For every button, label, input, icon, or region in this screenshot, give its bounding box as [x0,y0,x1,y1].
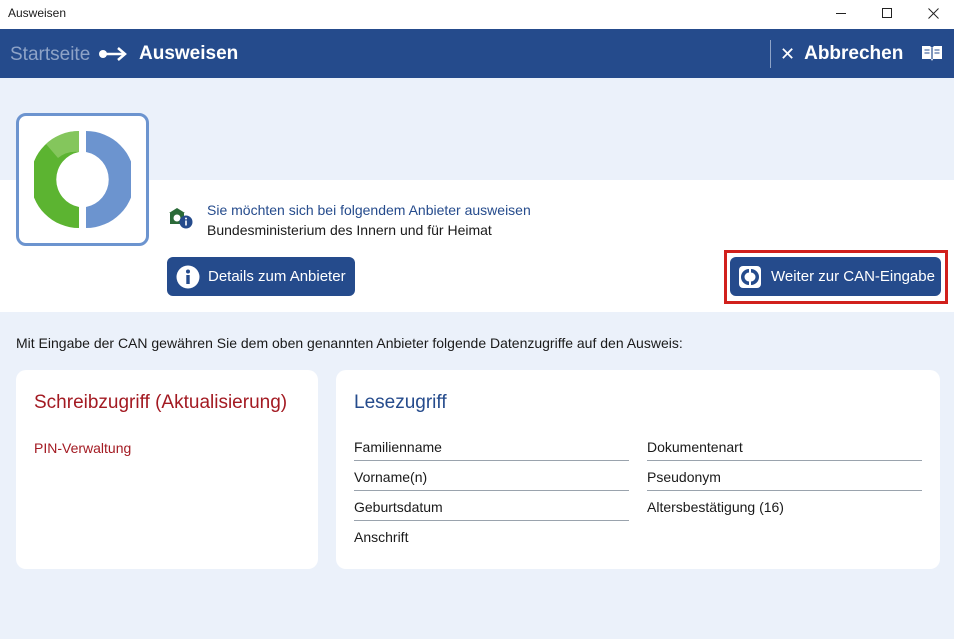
maximize-icon[interactable] [864,0,910,27]
ausweisapp-icon [739,265,761,288]
read-access-item: Altersbestätigung (16) [647,499,784,515]
read-access-item: Anschrift [354,529,409,545]
breadcrumb-current: Ausweisen [139,43,239,64]
info-icon [176,265,200,289]
cancel-label: Abbrechen [804,43,904,64]
read-access-title: Lesezugriff [354,392,447,413]
breadcrumb-home[interactable]: Startseite [10,44,90,66]
read-access-item: Geburtsdatum [354,499,629,521]
minimize-icon[interactable] [818,0,864,27]
book-icon[interactable] [921,44,943,67]
write-access-title: Schreibzugriff (Aktualisierung) [34,392,288,413]
read-access-item: Vorname(n) [354,469,629,491]
continue-can-label: Weiter zur CAN-Eingabe [771,268,935,285]
window-title: Ausweisen [8,6,67,20]
read-access-item: Dokumentenart [647,439,922,461]
provider-label: Sie möchten sich bei folgendem Anbieter … [207,202,531,218]
read-access-item: Familienname [354,439,629,461]
read-access-item: Pseudonym [647,469,922,491]
close-icon[interactable] [910,0,954,27]
header-navbar: Startseite Ausweisen ✕ Abbrechen [0,29,954,78]
write-access-card: Schreibzugriff (Aktualisierung) PIN-Verw… [16,370,318,569]
provider-details-button[interactable]: Details zum Anbieter [167,257,355,296]
breadcrumb-arrow-icon [98,47,128,66]
write-access-item: PIN-Verwaltung [34,440,132,456]
provider-info-icon [167,206,195,235]
read-access-card: Lesezugriff Familienname Vorname(n) Gebu… [336,370,940,569]
continue-can-button[interactable]: Weiter zur CAN-Eingabe [730,257,941,296]
cancel-x-icon: ✕ [780,43,796,64]
nav-divider [770,40,771,68]
window-titlebar: Ausweisen [0,0,954,27]
cancel-button[interactable]: ✕ Abbrechen [780,42,903,66]
ausweisapp-logo [16,113,149,246]
provider-details-label: Details zum Anbieter [208,268,346,285]
access-intro-text: Mit Eingabe der CAN gewähren Sie dem obe… [16,335,683,351]
provider-name: Bundesministerium des Innern und für Hei… [207,222,492,238]
